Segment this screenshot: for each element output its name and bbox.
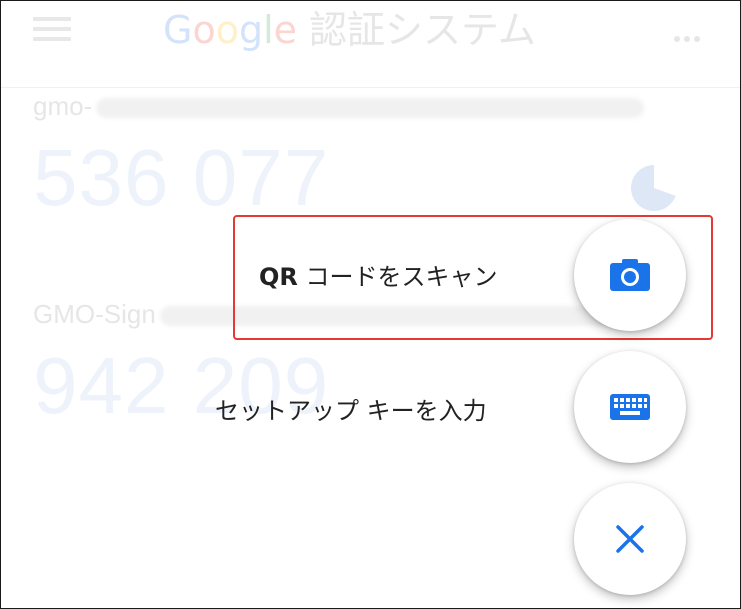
app-title: Google 認証システム (163, 5, 536, 55)
scan-qr-label[interactable]: QR コードをスキャン (259, 257, 498, 292)
google-logo-text: Google (163, 8, 298, 52)
camera-icon (610, 259, 650, 291)
more-horizontal-icon[interactable] (674, 27, 710, 42)
keyboard-icon (610, 394, 650, 420)
close-icon (616, 525, 644, 553)
countdown-timer-icon (631, 165, 677, 211)
hamburger-menu-icon[interactable] (33, 17, 71, 45)
otp-code: 536 077 (33, 133, 330, 222)
redacted-account-name (96, 98, 645, 119)
account-issuer: gmo- (33, 91, 93, 121)
enter-setup-key-label[interactable]: セットアップ キーを入力 (215, 391, 487, 426)
app-bar: Google 認証システム (1, 1, 740, 88)
enter-setup-key-button[interactable] (574, 351, 686, 463)
close-speed-dial-button[interactable] (574, 483, 686, 595)
app-title-text: 認証システム (309, 8, 536, 52)
account-issuer: GMO-Sign (33, 299, 156, 329)
account-item[interactable]: gmo- 536 077 (33, 91, 645, 224)
scan-qr-button[interactable] (574, 219, 686, 331)
app-screen: Google 認証システム gmo- 536 077 GMO-Sign 942 2… (0, 0, 741, 609)
